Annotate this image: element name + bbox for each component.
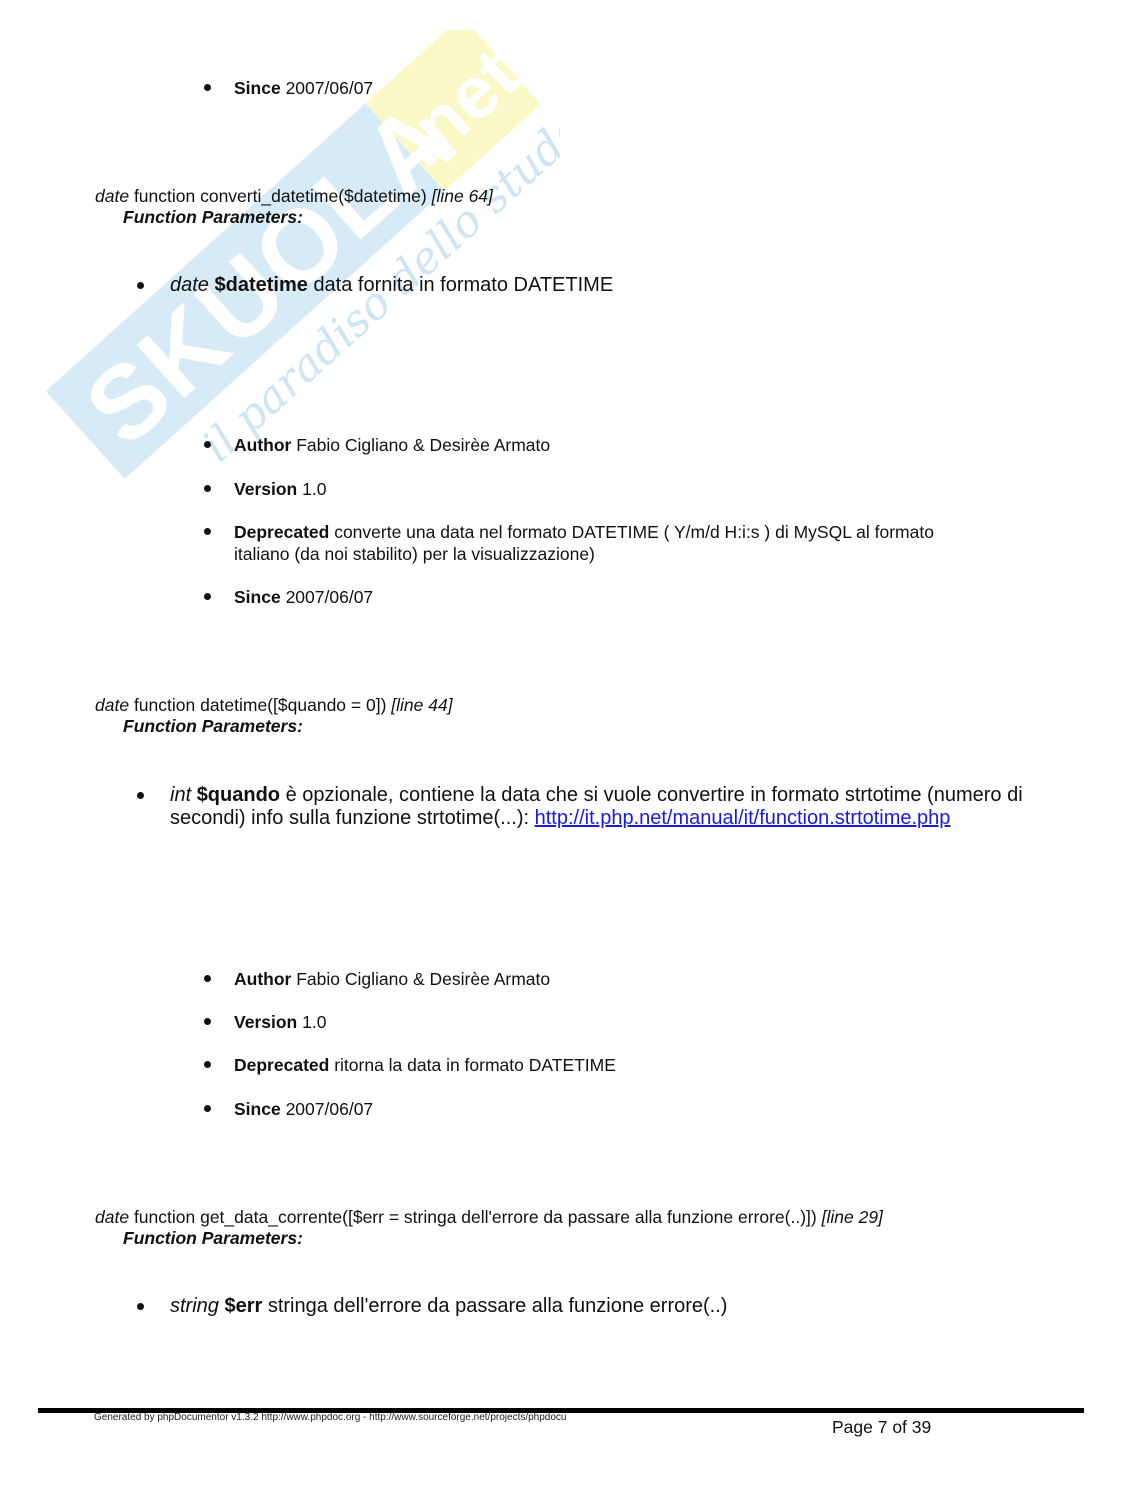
tag-version: Version 1.0 (234, 479, 327, 499)
function-parameters-heading: Function Parameters: (123, 716, 303, 736)
bullet-icon (137, 792, 144, 799)
function-parameters-heading: Function Parameters: (123, 1228, 303, 1248)
tag-since: Since 2007/06/07 (234, 587, 374, 607)
bullet-icon (204, 1105, 211, 1112)
tag-since: Since 2007/06/07 (234, 78, 374, 98)
function-parameters-heading: Function Parameters: (123, 207, 303, 227)
document-page: Since 2007/06/07 date function converti_… (0, 0, 1148, 1485)
tag-author: Author Fabio Cigliano & Desirèe Armato (234, 969, 551, 989)
function-signature: date function converti_datetime($datetim… (95, 186, 493, 206)
tag-deprecated: Deprecated converte una data nel formato… (234, 522, 934, 542)
bullet-icon (204, 441, 211, 448)
param-item: int $quando è opzionale, contiene la dat… (170, 784, 1023, 806)
bullet-icon (204, 485, 211, 492)
page-number: Page 7 of 39 (832, 1417, 932, 1437)
param-item-continued: secondi) info sulla funzione strtotime(.… (170, 807, 951, 829)
function-signature: date function get_data_corrente([$err = … (95, 1207, 883, 1227)
bullet-icon (204, 593, 211, 600)
bullet-icon (204, 975, 211, 982)
tag-deprecated: Deprecated ritorna la data in formato DA… (234, 1055, 616, 1075)
bullet-icon (137, 1303, 144, 1310)
function-signature: date function datetime([$quando = 0]) [l… (95, 695, 453, 715)
bullet-icon (137, 282, 144, 289)
tag-version: Version 1.0 (234, 1012, 327, 1032)
bullet-icon (204, 528, 211, 535)
tag-author: Author Fabio Cigliano & Desirèe Armato (234, 435, 551, 455)
param-item: date $datetime data fornita in formato D… (170, 274, 614, 296)
generator-note: Generated by phpDocumentor v1.3.2 http:/… (94, 1412, 567, 1423)
bullet-icon (204, 84, 211, 91)
strtotime-manual-link[interactable]: http://it.php.net/manual/it/function.str… (535, 807, 951, 829)
tag-since: Since 2007/06/07 (234, 1099, 374, 1119)
param-item: string $err stringa dell'errore da passa… (170, 1295, 728, 1317)
bullet-icon (204, 1061, 211, 1068)
bullet-icon (204, 1018, 211, 1025)
tag-deprecated-continued: italiano (da noi stabilito) per la visua… (234, 544, 595, 564)
